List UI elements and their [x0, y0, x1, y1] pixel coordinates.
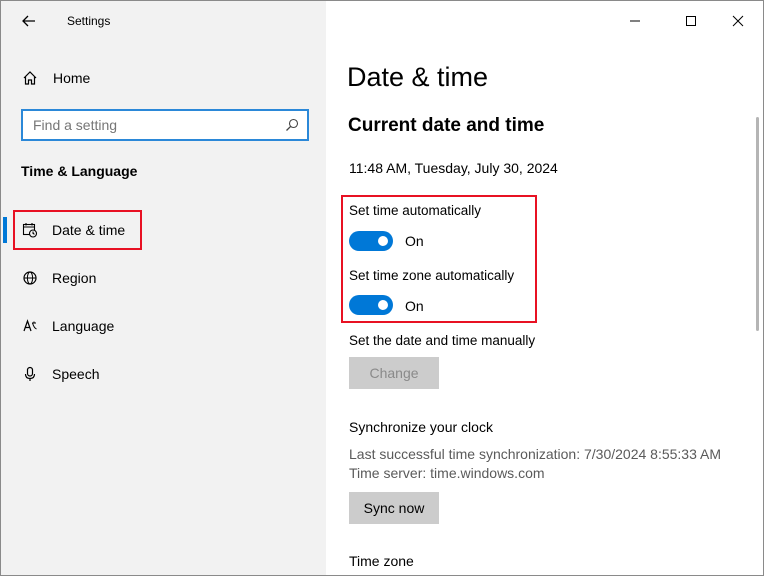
highlight-box-date-time	[13, 210, 142, 250]
last-sync-text: Last successful time synchronization: 7/…	[349, 446, 721, 462]
manual-time-label: Set the date and time manually	[349, 333, 536, 348]
time-zone-heading: Time zone	[349, 553, 414, 569]
microphone-icon	[21, 365, 39, 383]
sidebar-item-home[interactable]: Home	[1, 58, 326, 98]
sidebar: Settings Home Time & Language	[1, 1, 326, 575]
close-button[interactable]	[723, 7, 753, 35]
change-button[interactable]: Change	[349, 357, 439, 389]
sidebar-item-label: Region	[52, 270, 97, 286]
sidebar-item-label: Speech	[52, 366, 100, 382]
back-arrow-icon	[22, 15, 35, 27]
current-datetime: 11:48 AM, Tuesday, July 30, 2024	[349, 160, 558, 176]
search-box[interactable]	[21, 109, 309, 141]
home-icon	[21, 69, 39, 87]
language-icon	[21, 317, 39, 335]
sidebar-item-label: Home	[53, 70, 91, 86]
scrollbar[interactable]	[756, 117, 759, 331]
highlight-box-auto-settings	[341, 195, 537, 323]
sidebar-item-region[interactable]: Region	[1, 258, 326, 298]
minimize-button[interactable]	[620, 7, 650, 35]
settings-window: Settings Home Time & Language	[0, 0, 764, 576]
search-icon	[286, 118, 299, 131]
minimize-icon	[630, 20, 640, 22]
sidebar-item-language[interactable]: Language	[1, 306, 326, 346]
time-server-text: Time server: time.windows.com	[349, 465, 545, 481]
section-title: Current date and time	[348, 115, 545, 136]
app-title: Settings	[67, 14, 111, 28]
sidebar-item-label: Language	[52, 318, 115, 334]
sync-heading: Synchronize your clock	[349, 419, 493, 435]
page-title: Date & time	[347, 62, 489, 92]
maximize-button[interactable]	[676, 7, 706, 35]
close-icon	[732, 15, 744, 27]
back-button[interactable]	[13, 7, 45, 35]
maximize-icon	[686, 16, 696, 26]
search-input[interactable]	[23, 117, 273, 133]
section-heading: Time & Language	[21, 163, 138, 179]
sync-now-button[interactable]: Sync now	[349, 492, 439, 524]
sidebar-item-speech[interactable]: Speech	[1, 354, 326, 394]
globe-icon	[21, 269, 39, 287]
